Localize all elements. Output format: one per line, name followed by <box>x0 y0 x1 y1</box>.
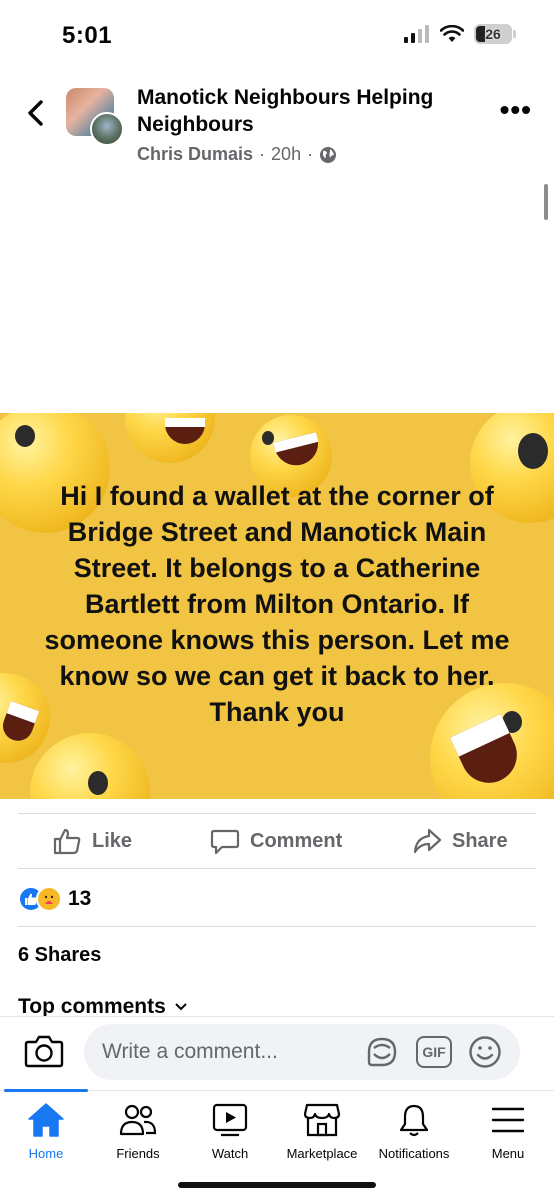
active-tab-indicator <box>4 1089 88 1092</box>
tab-label: Home <box>28 1146 64 1161</box>
care-reaction-icon <box>36 886 62 912</box>
avatar-sticker-icon <box>367 1037 397 1067</box>
friends-icon <box>118 1100 158 1140</box>
thumbs-up-icon <box>53 828 81 855</box>
chevron-down-icon <box>175 1003 187 1011</box>
top-comments-filter[interactable]: Top comments <box>18 998 188 1016</box>
tab-watch[interactable]: Watch <box>184 1100 276 1161</box>
home-indicator <box>178 1182 376 1188</box>
battery-level: 26 <box>485 26 501 42</box>
camera-button[interactable] <box>24 1034 66 1070</box>
reactions-summary[interactable]: 13 <box>18 886 91 912</box>
tab-label: Watch <box>211 1146 249 1161</box>
author-name[interactable]: Chris Dumais <box>137 144 253 165</box>
group-name[interactable]: Manotick Neighbours Helping Neighbours <box>137 84 477 138</box>
post-time: 20h <box>271 144 302 164</box>
comment-icon <box>210 829 240 855</box>
more-options-button[interactable]: ••• <box>500 96 532 124</box>
comment-button[interactable]: Comment <box>210 826 342 856</box>
comment-placeholder: Write a comment... <box>102 1040 278 1063</box>
tab-notifications[interactable]: Notifications <box>368 1100 460 1161</box>
divider <box>18 868 536 869</box>
status-time: 5:01 <box>62 22 113 49</box>
watch-icon <box>210 1100 250 1140</box>
author-avatar[interactable] <box>90 112 124 146</box>
tab-marketplace[interactable]: Marketplace <box>276 1100 368 1161</box>
tab-label: Marketplace <box>286 1146 358 1161</box>
emoji-decoration <box>30 733 150 799</box>
camera-icon <box>24 1035 64 1068</box>
top-comments-label: Top comments <box>18 998 166 1016</box>
divider <box>18 926 536 927</box>
emoji-decoration <box>125 413 215 463</box>
like-label: Like <box>92 829 133 852</box>
post-text: Hi I found a wallet at the corner of Bri… <box>44 481 510 727</box>
tab-home[interactable]: Home <box>0 1100 92 1161</box>
globe-icon <box>320 146 337 163</box>
comment-label: Comment <box>250 829 343 852</box>
avatar-sticker-button[interactable] <box>364 1034 400 1070</box>
like-button[interactable]: Like <box>52 826 132 856</box>
home-icon <box>26 1100 66 1140</box>
menu-icon <box>488 1100 528 1140</box>
meta-separator: · <box>307 144 314 164</box>
status-icons: 26 <box>404 24 516 44</box>
wifi-icon <box>440 25 464 42</box>
emoji-icon <box>469 1036 501 1068</box>
back-button[interactable] <box>20 96 50 130</box>
share-label: Share <box>452 829 508 852</box>
bell-icon <box>394 1100 434 1140</box>
share-button[interactable]: Share <box>412 826 508 856</box>
shares-count[interactable]: 6 Shares <box>18 944 101 967</box>
divider <box>18 813 536 814</box>
emoji-button[interactable] <box>467 1034 503 1070</box>
battery-icon: 26 <box>474 24 512 44</box>
tab-friends[interactable]: Friends <box>92 1100 184 1161</box>
chevron-left-icon <box>28 100 43 126</box>
tab-label: Menu <box>491 1146 525 1161</box>
tab-menu[interactable]: Menu <box>462 1100 554 1161</box>
gif-button[interactable]: GIF <box>416 1036 452 1068</box>
scroll-indicator <box>544 184 548 220</box>
cellular-signal-icon <box>404 25 429 43</box>
reaction-count: 13 <box>68 887 92 910</box>
battery-tip <box>513 30 516 38</box>
tab-label: Friends <box>116 1146 160 1161</box>
tab-label: Notifications <box>378 1146 450 1161</box>
share-icon <box>413 828 442 854</box>
meta-separator: · <box>259 144 266 164</box>
post-meta: Chris Dumais · 20h · <box>137 144 337 165</box>
marketplace-icon <box>302 1100 342 1140</box>
